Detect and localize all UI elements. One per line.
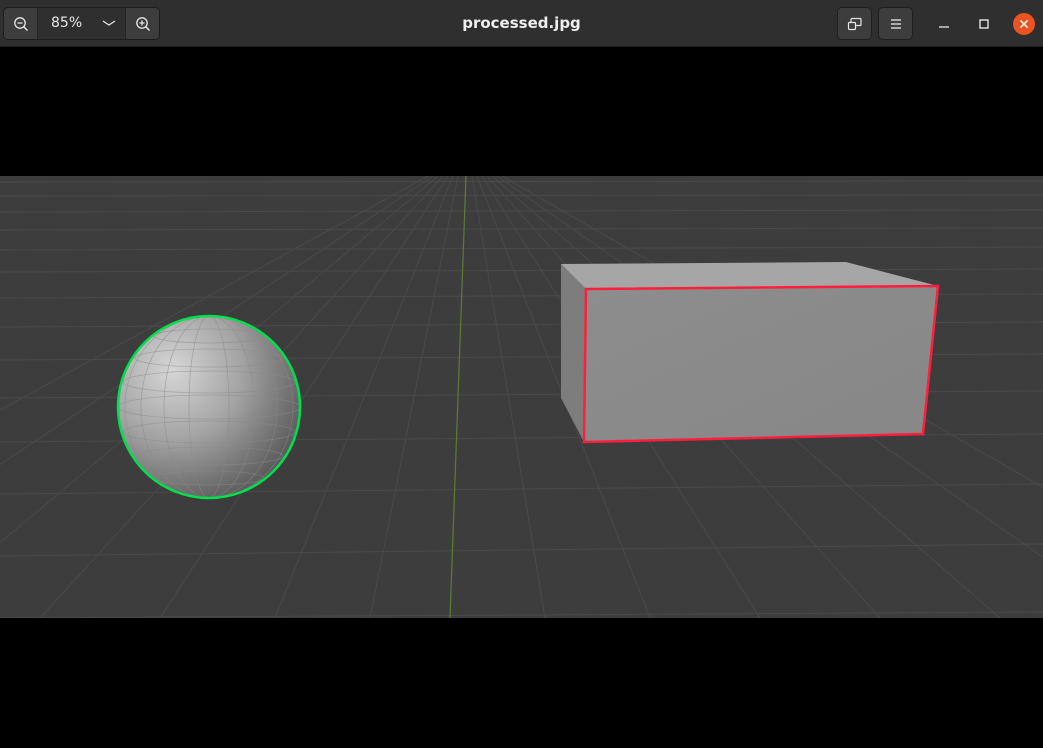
close-button[interactable]	[1013, 13, 1035, 35]
minimize-icon	[939, 26, 949, 28]
image-canvas	[0, 175, 1043, 619]
minimize-button[interactable]	[933, 13, 955, 35]
maximize-button[interactable]	[973, 13, 995, 35]
close-icon	[1019, 19, 1029, 29]
header-bar: 85% processed.jpg	[0, 0, 1043, 47]
maximize-icon	[979, 19, 989, 29]
fullscreen-icon	[847, 17, 862, 30]
hamburger-menu-icon	[890, 18, 901, 29]
viewport-render	[0, 175, 1043, 619]
menu-button[interactable]	[878, 7, 913, 40]
fullscreen-button[interactable]	[837, 7, 872, 40]
